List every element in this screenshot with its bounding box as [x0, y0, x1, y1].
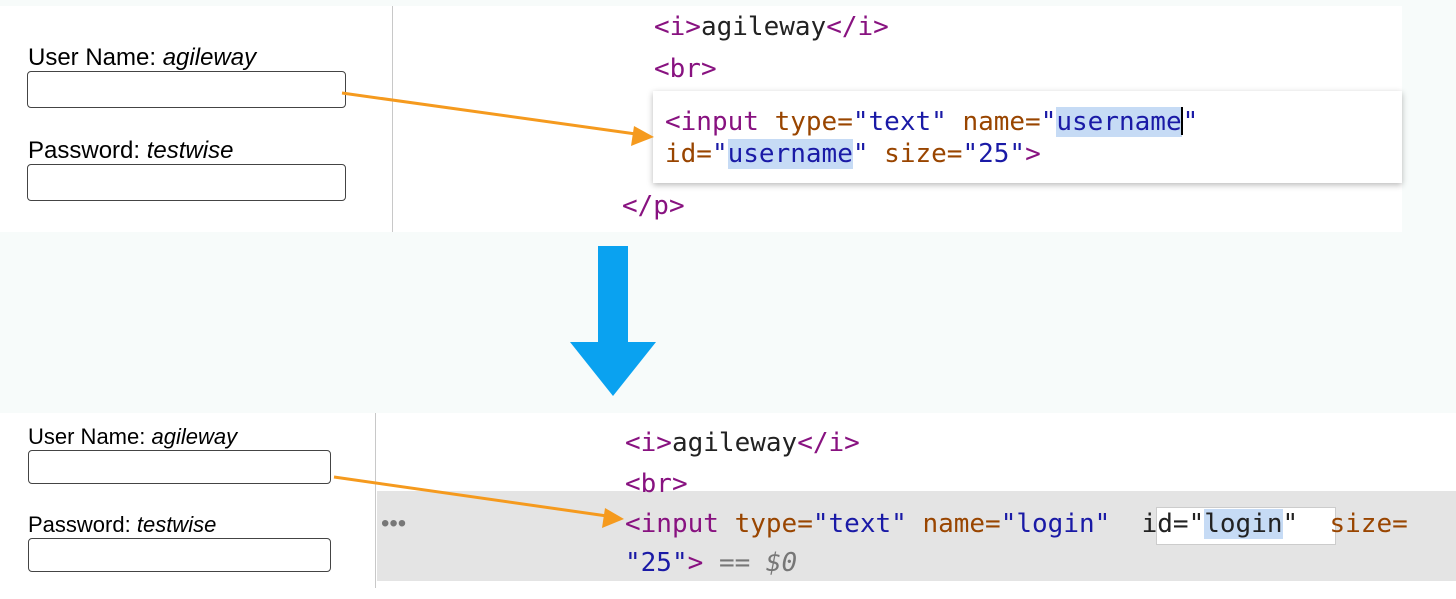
arrow-right-icon — [333, 91, 654, 528]
